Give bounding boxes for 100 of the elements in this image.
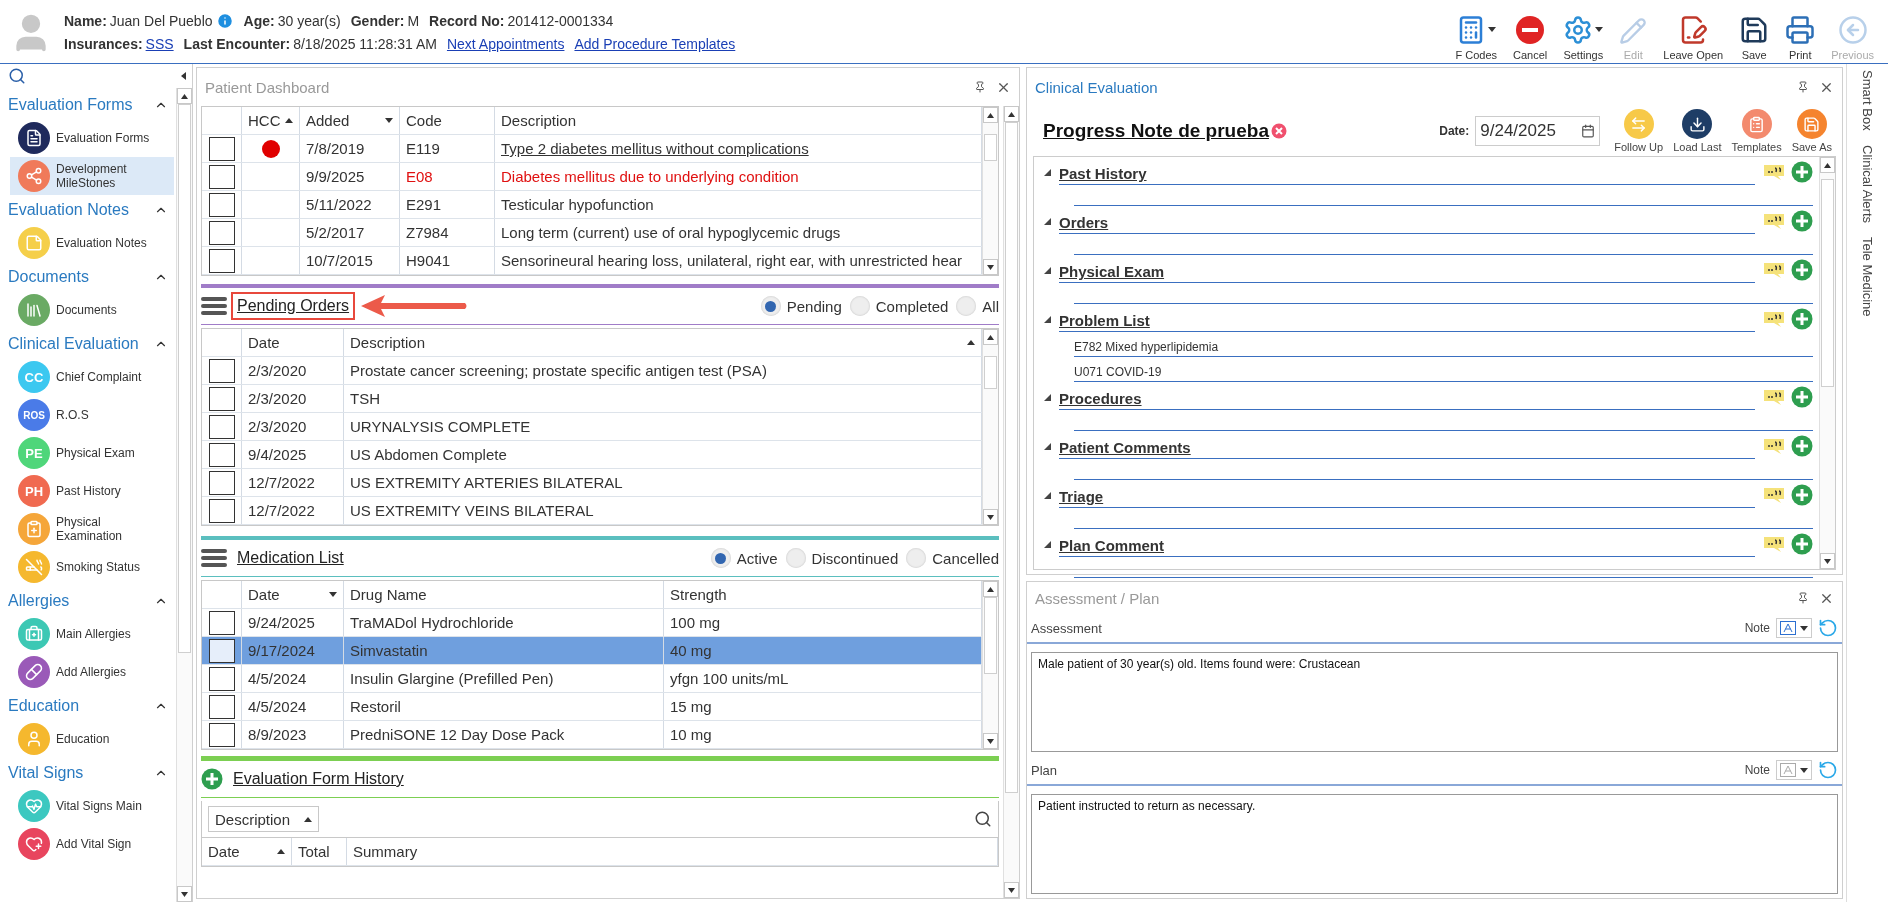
add-icon[interactable] <box>1791 484 1813 506</box>
sidebar-item[interactable]: Main Allergies <box>10 615 174 653</box>
action-button[interactable]: Templates <box>1729 109 1784 153</box>
note-format-dropdown[interactable] <box>1776 618 1812 638</box>
header-link[interactable]: SSS <box>145 35 174 52</box>
filter-dropdown[interactable]: Description <box>208 806 320 832</box>
sidebar-item[interactable]: Evaluation Notes <box>10 224 174 262</box>
row-checkbox[interactable] <box>208 498 235 523</box>
expand-triangle-icon[interactable] <box>1044 540 1051 548</box>
scroll-thumb[interactable] <box>178 104 191 654</box>
row-checkbox[interactable] <box>208 722 235 747</box>
scroll-down-icon[interactable] <box>987 738 994 744</box>
pin-icon[interactable] <box>974 81 986 93</box>
search-icon[interactable] <box>974 810 992 828</box>
table-row[interactable]: 2/3/2020 Prostate cancer screening; prostate specific antigen test (PSA) <box>202 357 982 385</box>
section-title-link[interactable]: Past History <box>1059 165 1147 184</box>
scroll-thumb[interactable] <box>1005 122 1018 793</box>
scroll-up-icon[interactable] <box>1824 162 1831 168</box>
scroll-up-icon[interactable] <box>1008 111 1015 117</box>
row-checkbox[interactable] <box>208 638 235 663</box>
info-icon[interactable] <box>215 11 234 30</box>
scroll-down-icon[interactable] <box>1008 887 1015 893</box>
section-title-link[interactable]: Evaluation Form History <box>227 765 410 793</box>
header-link[interactable]: Next Appointments <box>446 35 565 52</box>
section-title-link[interactable]: Medication List <box>231 544 350 572</box>
table-row[interactable]: 9/17/2024 Simvastatin 40 mg <box>202 637 982 665</box>
filter-radio[interactable]: All <box>956 296 999 316</box>
row-checkbox[interactable] <box>208 694 235 719</box>
scroll-down-icon[interactable] <box>181 891 188 897</box>
scrollbar[interactable] <box>982 329 998 525</box>
section-title-link[interactable]: Physical Exam <box>1059 263 1165 282</box>
expand-triangle-icon[interactable] <box>1044 266 1051 274</box>
scroll-down-icon[interactable] <box>987 264 994 270</box>
action-button[interactable]: Save As <box>1789 109 1834 153</box>
row-checkbox[interactable] <box>208 220 235 245</box>
side-tab[interactable]: Clinical Alerts <box>1860 144 1875 223</box>
pin-icon[interactable] <box>1797 81 1809 93</box>
sidebar-item[interactable]: Documents <box>10 291 174 329</box>
expand-triangle-icon[interactable] <box>1044 491 1051 499</box>
refresh-icon[interactable] <box>1818 618 1838 638</box>
sidebar-item[interactable]: Physical Examination <box>10 510 174 548</box>
section-title-link[interactable]: Problem List <box>1059 312 1150 331</box>
column-header[interactable]: Code <box>400 107 495 134</box>
menu-icon[interactable] <box>201 295 227 317</box>
toolbar-button[interactable]: F Codes <box>1449 2 1503 61</box>
diagnosis-link[interactable]: Type 2 diabetes mellitus without complications <box>501 140 809 157</box>
filter-radio[interactable]: Discontinued <box>785 548 899 568</box>
column-header[interactable]: Date <box>202 838 292 865</box>
column-header[interactable]: Summary <box>347 838 998 865</box>
calendar-icon[interactable] <box>1581 124 1596 138</box>
sidebar-item[interactable]: CC Chief Complaint <box>10 358 174 396</box>
scrollbar[interactable] <box>176 88 192 902</box>
row-checkbox[interactable] <box>208 666 235 691</box>
scroll-up-icon[interactable] <box>987 334 994 340</box>
scroll-down-icon[interactable] <box>1824 558 1831 564</box>
column-header[interactable]: Added <box>300 107 400 134</box>
toolbar-button[interactable]: Print <box>1779 2 1822 61</box>
table-row[interactable]: 4/5/2024 Restoril 15 mg <box>202 693 982 721</box>
scrollbar[interactable] <box>1003 106 1019 898</box>
scroll-thumb[interactable] <box>1821 179 1834 387</box>
table-row[interactable]: 5/11/2022 E291 Testicular hypofunction <box>202 191 982 219</box>
scroll-thumb[interactable] <box>984 597 997 674</box>
section-title-link[interactable]: Orders <box>1059 214 1109 233</box>
menu-icon[interactable] <box>201 547 227 569</box>
filter-radio[interactable]: Cancelled <box>906 548 999 568</box>
column-header[interactable]: Total <box>292 838 347 865</box>
sidebar-item[interactable]: Add Vital Sign <box>10 825 174 863</box>
filter-radio[interactable]: Pending <box>760 296 842 316</box>
row-checkbox[interactable] <box>208 386 235 411</box>
add-icon[interactable] <box>1791 308 1813 330</box>
row-checkbox[interactable] <box>208 414 235 439</box>
header-link[interactable]: Add Procedure Templates <box>574 35 736 52</box>
toolbar-button[interactable]: Leave Open <box>1657 2 1730 61</box>
sidebar-item[interactable]: Evaluation Forms <box>10 119 174 157</box>
sidebar-item[interactable]: Add Allergies <box>10 653 174 691</box>
add-icon[interactable] <box>1791 435 1813 457</box>
action-button[interactable]: Follow Up <box>1612 109 1666 153</box>
table-row[interactable]: 9/9/2025 E08 Diabetes mellitus due to underlying condition <box>202 163 982 191</box>
table-row[interactable]: 8/9/2023 PredniSONE 12 Day Dose Pack 10 mg <box>202 721 982 749</box>
section-title-link[interactable]: Patient Comments <box>1059 439 1191 458</box>
table-row[interactable]: 2/3/2020 URYNALYSIS COMPLETE <box>202 413 982 441</box>
text-area[interactable]: Patient instructed to return as necessary. <box>1031 794 1838 894</box>
toolbar-button[interactable]: Cancel <box>1507 2 1554 61</box>
sidebar-item[interactable]: Smoking Status <box>10 548 174 586</box>
expand-triangle-icon[interactable] <box>1044 168 1051 176</box>
sidebar-item[interactable]: Development MileStones <box>10 157 174 195</box>
collapse-arrow-icon[interactable] <box>181 72 186 80</box>
action-button[interactable]: Load Last <box>1671 109 1724 153</box>
column-header[interactable]: HCC <box>242 107 300 134</box>
scroll-up-icon[interactable] <box>987 112 994 118</box>
filter-radio[interactable]: Active <box>710 548 778 568</box>
add-icon[interactable] <box>1791 533 1813 555</box>
sidebar-item[interactable]: ROS R.O.S <box>10 396 174 434</box>
row-checkbox[interactable] <box>208 442 235 467</box>
sidebar-item[interactable]: PH Past History <box>10 472 174 510</box>
remove-icon[interactable] <box>1270 123 1287 139</box>
side-tab[interactable]: Smart Box <box>1860 70 1875 131</box>
expand-triangle-icon[interactable] <box>1044 442 1051 450</box>
row-checkbox[interactable] <box>208 164 235 189</box>
text-area[interactable]: Male patient of 30 year(s) old. Items found were: Crustacean <box>1031 652 1838 752</box>
